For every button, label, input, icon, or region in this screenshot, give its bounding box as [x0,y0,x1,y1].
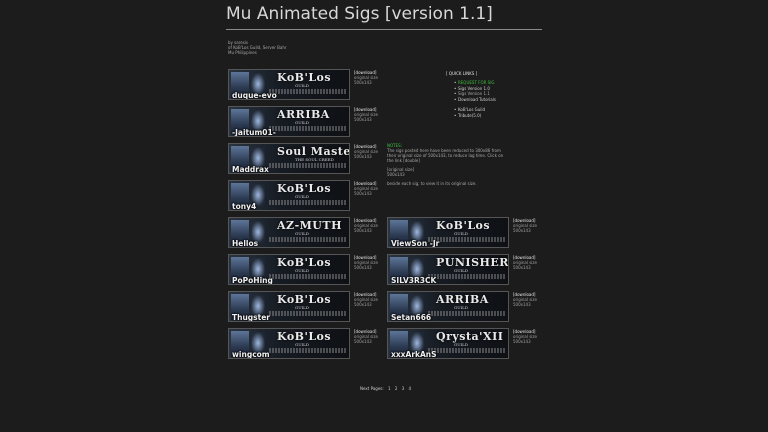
signature-banner[interactable]: ARRIBA GUILD Setan666 [387,291,509,322]
signature-banner[interactable]: KoB'Los GUILD duque-evo [228,69,350,100]
character-name: Setan666 [391,313,432,322]
title-divider [226,29,542,30]
character-name: Maddrax [232,165,269,174]
orig-size-value: 500x143 [354,228,372,233]
credit-line: Mu Philippines [228,50,257,55]
sig-info: [download] original size 500x143 [354,218,378,233]
sig-blurb [269,237,347,242]
orig-size-value: 500x143 [354,339,372,344]
orig-size-value: 500x143 [354,117,372,122]
sig-info: [download] original size 500x143 [513,255,537,270]
signature-banner[interactable]: Qrysta'XII GUILD xxxArkAnS [387,328,509,359]
character-name: wingcom [232,350,270,359]
sig-info: [download] original size 500x143 [354,181,378,196]
signature-banner[interactable]: ARRIBA GUILD -Jaitum01- [228,106,350,137]
sig-info: [download] original size 500x143 [354,329,378,344]
character-name: Hellos [232,239,259,248]
orig-size-value: 500x143 [354,80,372,85]
notes-tail: beside each sig, to view it in its origi… [387,181,477,186]
guild-sub-text: GUILD [454,342,469,347]
page-link-2[interactable]: 2 [395,386,398,391]
sig-blurb [269,348,347,353]
signature-banner[interactable]: PUNISHER GUILD SILV3R3CK [387,254,509,285]
orig-size-value: 500x143 [513,302,531,307]
character-name: -Jaitum01- [232,128,276,137]
signature-banner[interactable]: AZ-MUTH GUILD Hellos [228,217,350,248]
guild-sub-text: THE SOUL CREED [295,157,334,162]
sig-blurb [269,200,347,205]
sig-blurb [269,311,347,316]
signature-banner[interactable]: KoB'Los GUILD tony4 [228,180,350,211]
signature-banner[interactable]: Soul Master THE SOUL CREED Maddrax [228,143,350,174]
page-link-3[interactable]: 3 [402,386,405,391]
orig-size-value: 500x143 [354,265,372,270]
notes-body: The sigs posted here have been reduced t… [387,148,504,163]
sig-info: [download] original size 500x143 [513,218,537,233]
signature-banner[interactable]: KoB'Los GUILD PoPoHing [228,254,350,285]
sig-blurb [428,311,506,316]
guild-logo-text: PUNISHER [436,256,509,269]
sig-info: [download] original size 500x143 [354,292,378,307]
guild-sub-text: GUILD [295,231,310,236]
page-container: Mu Animated Sigs [version 1.1] by saresi… [226,0,542,432]
sig-info: [download] original size 500x143 [354,255,378,270]
orig-size-value: 500x143 [513,339,531,344]
sig-info: [download] original size 500x143 [513,292,537,307]
guild-sub-text: GUILD [454,305,469,310]
character-name: duque-evo [232,91,277,100]
character-name: PoPoHing [232,276,273,285]
signature-banner[interactable]: KoB'Los GUILD Thugster [228,291,350,322]
page-link-4[interactable]: 4 [408,386,411,391]
sig-blurb [269,126,347,131]
sig-blurb [428,348,506,353]
guild-sub-text: GUILD [295,268,310,273]
sig-blurb [428,237,506,242]
quick-link-item[interactable]: Tribute(5.0) [454,113,496,119]
sig-info: [download] original size 500x143 [354,144,378,159]
quick-links-heading: [ QUICK LINKS ] [446,71,478,76]
page-title: Mu Animated Sigs [version 1.1] [226,4,493,24]
sig-blurb [269,89,347,94]
guild-sub-text: GUILD [295,120,310,125]
orig-size-value: 500x143 [354,154,372,159]
guild-sub-text: GUILD [454,231,469,236]
character-name: Thugster [232,313,270,322]
orig-size-value: 500x143 [513,265,531,270]
credits: by saresis of KoB'Los Guild, Server Bahr… [228,40,287,55]
sig-info: [download] original size 500x143 [354,70,378,85]
guild-logo-text: AZ-MUTH [277,219,342,232]
pagination: Next Pages: 1 2 3 4 [360,386,411,391]
sig-blurb [269,274,347,279]
quick-link-item[interactable]: Download Tutorials [454,97,496,103]
sig-info: [download] original size 500x143 [354,107,378,122]
guild-sub-text: GUILD [295,342,310,347]
guild-logo-text: Qrysta'XII [436,330,504,343]
orig-size-value: 500x143 [354,191,372,196]
signature-banner[interactable]: KoB'Los GUILD ViewSon -Jr [387,217,509,248]
guild-sub-text: GUILD [295,305,310,310]
sig-info: [download] original size 500x143 [513,329,537,344]
pagination-label: Next Pages: [360,386,384,391]
character-name: SILV3R3CK [391,276,437,285]
quick-links-list: REQUEST FOR SIGSigs Version 1.0Sigs Vers… [454,80,496,118]
signature-banner[interactable]: KoB'Los GUILD wingcom [228,328,350,359]
character-name: xxxArkAnS [391,350,437,359]
sig-blurb [428,274,506,279]
guild-sub-text: GUILD [454,268,469,273]
orig-size-value: 500x143 [513,228,531,233]
guild-sub-text: GUILD [295,194,310,199]
page-link-1[interactable]: 1 [388,386,391,391]
notes-block: NOTES: The sigs posted here have been re… [387,143,511,190]
character-name: tony4 [232,202,257,211]
notes-orig-value: 500x143 [387,172,405,177]
guild-sub-text: GUILD [295,83,310,88]
orig-size-value: 500x143 [354,302,372,307]
sig-blurb [269,163,347,168]
character-name: ViewSon -Jr [391,239,440,248]
